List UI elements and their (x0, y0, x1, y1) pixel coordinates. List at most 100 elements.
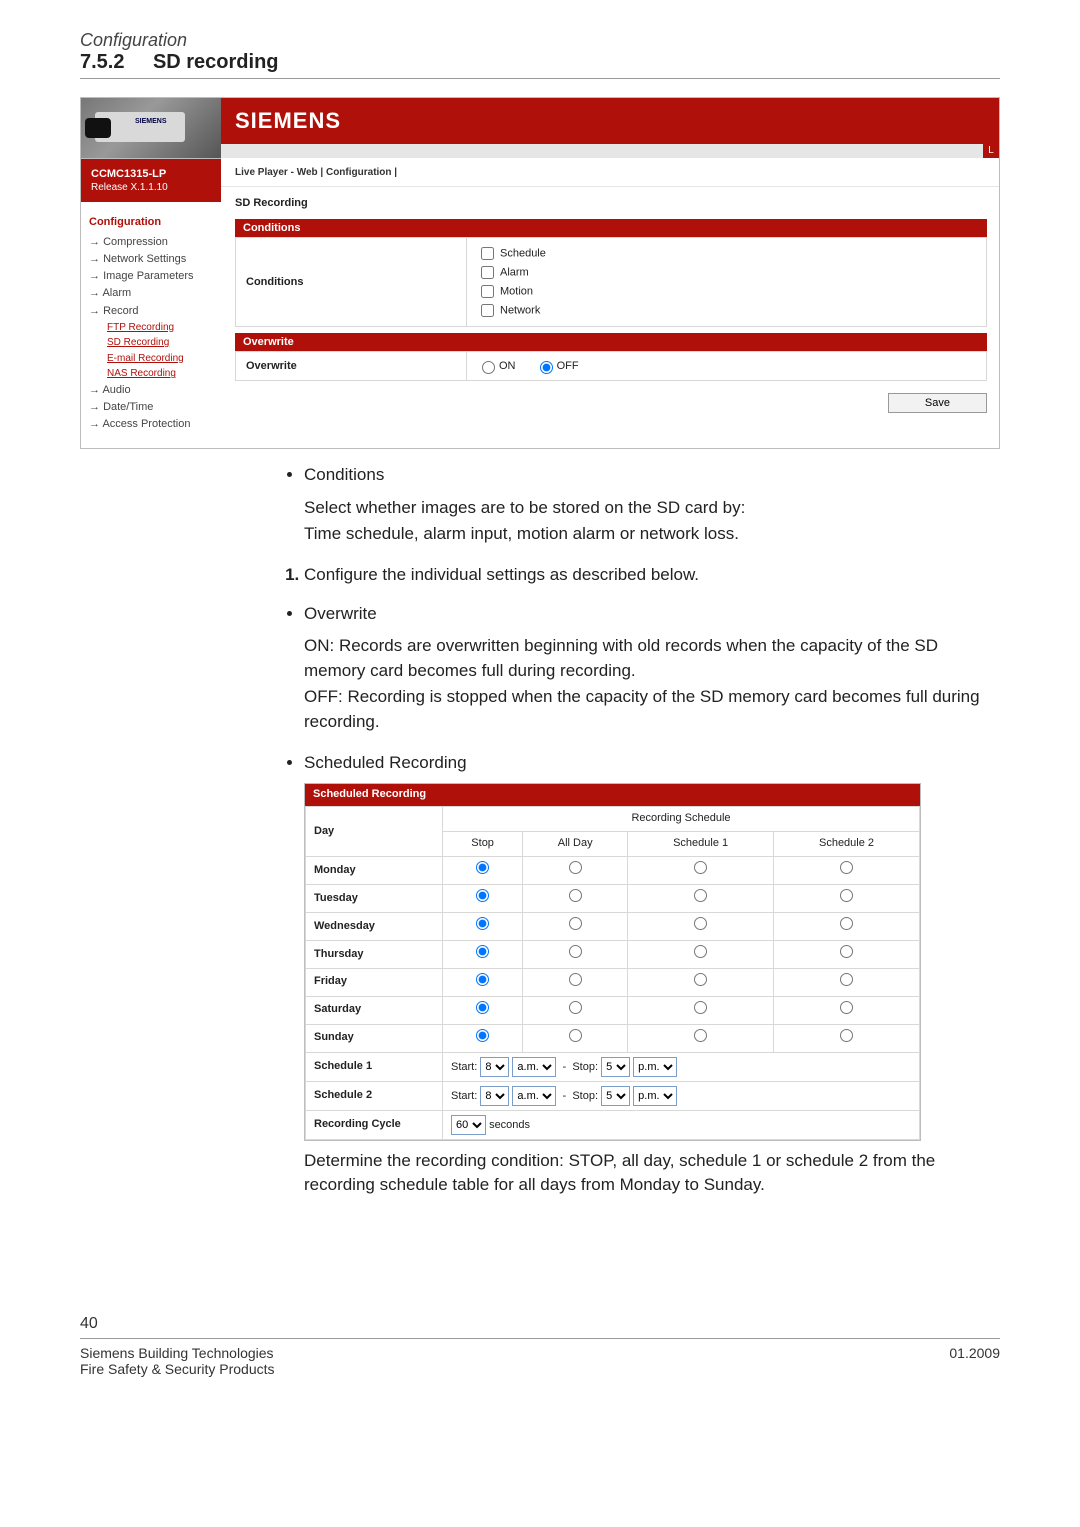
motion-checkbox-label: Motion (500, 285, 533, 297)
row-monday: Monday (306, 857, 920, 885)
s2-stop-ampm[interactable]: p.m. (633, 1086, 677, 1106)
nav-record[interactable]: Record (89, 303, 213, 320)
s2-start-hour[interactable]: 8 (480, 1086, 509, 1106)
overwrite-off-row[interactable]: OFF (535, 360, 579, 372)
mon-s1[interactable] (694, 861, 707, 874)
s1-stop-hour[interactable]: 5 (601, 1057, 630, 1077)
conditions-label: Conditions (236, 238, 467, 327)
s2-start-ampm[interactable]: a.m. (512, 1086, 556, 1106)
mon-allday[interactable] (569, 861, 582, 874)
save-button[interactable]: Save (888, 393, 987, 413)
breadcrumb[interactable]: Live Player - Web | Configuration | (221, 158, 999, 187)
camera-image: SIEMENS (81, 98, 221, 159)
schedule-checkbox[interactable] (481, 247, 494, 260)
tue-allday[interactable] (569, 889, 582, 902)
tue-s2[interactable] (840, 889, 853, 902)
section-number: 7.5.2 (80, 51, 124, 73)
cycle-label: Recording Cycle (306, 1110, 443, 1139)
sun-s2[interactable] (840, 1029, 853, 1042)
network-checkbox-row[interactable]: Network (477, 301, 976, 320)
alarm-checkbox-row[interactable]: Alarm (477, 263, 976, 282)
s1-stop-ampm[interactable]: p.m. (633, 1057, 677, 1077)
s1-start-hour[interactable]: 8 (480, 1057, 509, 1077)
fri-allday[interactable] (569, 973, 582, 986)
schedule-table: Day Recording Schedule Stop All Day Sche… (305, 806, 920, 1139)
sun-allday[interactable] (569, 1029, 582, 1042)
col-schedule2: Schedule 2 (774, 832, 920, 857)
nav-date-time[interactable]: Date/Time (89, 399, 213, 416)
network-checkbox[interactable] (481, 304, 494, 317)
schedule-checkbox-row[interactable]: Schedule (477, 244, 976, 263)
mon-stop[interactable] (476, 861, 489, 874)
cycle-value[interactable]: 60 (451, 1115, 486, 1135)
tue-stop[interactable] (476, 889, 489, 902)
alarm-checkbox[interactable] (481, 266, 494, 279)
wed-stop[interactable] (476, 917, 489, 930)
nav-network-settings[interactable]: Network Settings (89, 251, 213, 268)
row-tuesday: Tuesday (306, 885, 920, 913)
thu-stop[interactable] (476, 945, 489, 958)
mon-s2[interactable] (840, 861, 853, 874)
nav-heading: Configuration (89, 214, 213, 231)
brand-bar: SIEMENS (221, 98, 999, 144)
model-box: CCMC1315-LP Release X.1.1.10 (81, 159, 221, 202)
fri-stop[interactable] (476, 973, 489, 986)
overwrite-on-label: ON (499, 360, 516, 372)
s2-dash: - (563, 1090, 567, 1102)
s2-stop-hour[interactable]: 5 (601, 1086, 630, 1106)
nav-email-recording[interactable]: E-mail Recording (107, 351, 213, 367)
sat-allday[interactable] (569, 1001, 582, 1014)
s1-start-label: Start: (451, 1061, 477, 1073)
nav-ftp-recording[interactable]: FTP Recording (107, 320, 213, 336)
scheduled-recording-screenshot: Scheduled Recording Day Recording Schedu… (304, 783, 921, 1140)
motion-checkbox-row[interactable]: Motion (477, 282, 976, 301)
sat-s1[interactable] (694, 1001, 707, 1014)
tue-s1[interactable] (694, 889, 707, 902)
conditions-options: Schedule Alarm Motion Network (467, 238, 987, 327)
cycle-unit: seconds (489, 1119, 530, 1131)
thu-allday[interactable] (569, 945, 582, 958)
sd-recording-screenshot: SIEMENS CCMC1315-LP Release X.1.1.10 Con… (80, 97, 1000, 449)
col-day: Day (306, 807, 443, 857)
day-tuesday: Tuesday (306, 885, 443, 913)
conditions-table: Conditions Schedule Alarm Motion Network (235, 237, 987, 327)
fri-s1[interactable] (694, 973, 707, 986)
nav-alarm[interactable]: Alarm (89, 285, 213, 302)
breadcrumb-text: Live Player - Web | Configuration | (235, 167, 397, 178)
motion-checkbox[interactable] (481, 285, 494, 298)
row-friday: Friday (306, 968, 920, 996)
header-config: Configuration (80, 30, 1000, 51)
s1-stop-label: Stop: (572, 1061, 598, 1073)
schedule1-label: Schedule 1 (306, 1052, 443, 1081)
sat-stop[interactable] (476, 1001, 489, 1014)
overwrite-off-radio[interactable] (540, 361, 553, 374)
overwrite-on-row[interactable]: ON (477, 360, 516, 372)
nav-sd-recording[interactable]: SD Recording (107, 335, 213, 351)
wed-s1[interactable] (694, 917, 707, 930)
row-cycle: Recording Cycle 60 seconds (306, 1110, 920, 1139)
day-sunday: Sunday (306, 1024, 443, 1052)
nav-nas-recording[interactable]: NAS Recording (107, 366, 213, 382)
overwrite-on-radio[interactable] (482, 361, 495, 374)
nav-access-protection[interactable]: Access Protection (89, 416, 213, 433)
wed-allday[interactable] (569, 917, 582, 930)
sun-s1[interactable] (694, 1029, 707, 1042)
scheduled-recording-desc: Determine the recording condition: STOP,… (304, 1149, 1000, 1198)
conditions-band: Conditions (235, 219, 987, 237)
sat-s2[interactable] (840, 1001, 853, 1014)
conditions-desc-1: Select whether images are to be stored o… (304, 496, 1000, 521)
nav-audio[interactable]: Audio (89, 382, 213, 399)
fri-s2[interactable] (840, 973, 853, 986)
overwrite-off-label: OFF (557, 360, 579, 372)
footer-line2: Fire Safety & Security Products (80, 1361, 1000, 1377)
col-allday: All Day (523, 832, 628, 857)
s2-start-label: Start: (451, 1090, 477, 1102)
alarm-checkbox-label: Alarm (500, 266, 529, 278)
nav-compression[interactable]: Compression (89, 234, 213, 251)
thu-s2[interactable] (840, 945, 853, 958)
s1-start-ampm[interactable]: a.m. (512, 1057, 556, 1077)
thu-s1[interactable] (694, 945, 707, 958)
wed-s2[interactable] (840, 917, 853, 930)
sun-stop[interactable] (476, 1029, 489, 1042)
nav-image-parameters[interactable]: Image Parameters (89, 268, 213, 285)
